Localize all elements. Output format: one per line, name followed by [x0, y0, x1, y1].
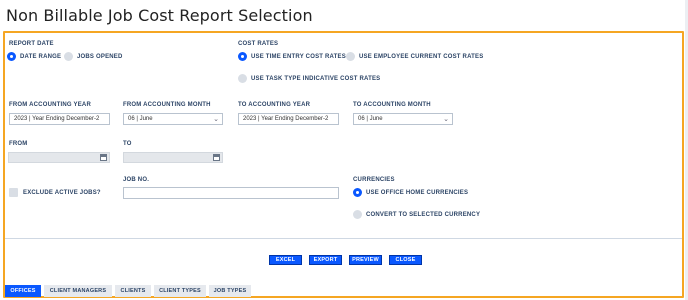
export-button[interactable]: EXPORT [309, 255, 342, 265]
page-title: Non Billable Job Cost Report Selection [6, 6, 313, 25]
from-accounting-year-value: 2023 | Year Ending December-2 [14, 116, 100, 122]
radio-office-home-currencies[interactable]: USE OFFICE HOME CURRENCIES [353, 188, 468, 197]
radio-employee-label: USE EMPLOYEE CURRENT COST RATES [359, 53, 484, 60]
chevron-down-icon: ⌄ [443, 116, 449, 123]
radio-unselected-icon [64, 52, 73, 61]
panel-divider [5, 238, 682, 239]
to-accounting-month-label: TO ACCOUNTING MONTH [353, 102, 431, 108]
from-accounting-month-value: 06 | June [128, 116, 153, 122]
tab-clients[interactable]: CLIENTS [115, 285, 151, 297]
radio-date-range-label: DATE RANGE [20, 53, 62, 60]
to-accounting-month-select[interactable]: 06 | June ⌄ [353, 113, 453, 125]
report-date-label: REPORT DATE [9, 41, 54, 47]
tab-client-managers[interactable]: CLIENT MANAGERS [44, 285, 112, 297]
preview-button[interactable]: PREVIEW [349, 255, 382, 265]
from-date-input[interactable] [8, 152, 110, 163]
radio-date-range[interactable]: DATE RANGE [7, 52, 61, 61]
from-accounting-year-label: FROM ACCOUNTING YEAR [9, 102, 91, 108]
radio-jobs-opened-label: JOBS OPENED [77, 53, 123, 60]
radio-employee-cost-rates[interactable]: USE EMPLOYEE CURRENT COST RATES [346, 52, 483, 61]
radio-task-type-cost-rates[interactable]: USE TASK TYPE INDICATIVE COST RATES [238, 74, 380, 83]
close-button[interactable]: CLOSE [389, 255, 422, 265]
to-accounting-month-value: 06 | June [358, 116, 383, 122]
chevron-down-icon: ⌄ [213, 116, 219, 123]
currencies-label: CURRENCIES [353, 177, 395, 183]
radio-unselected-icon [346, 52, 355, 61]
cost-rates-label: COST RATES [238, 41, 279, 47]
job-no-input[interactable] [123, 187, 339, 199]
exclude-active-jobs-label: EXCLUDE ACTIVE JOBS? [23, 189, 101, 196]
radio-time-entry-cost-rates[interactable]: USE TIME ENTRY COST RATES [238, 52, 346, 61]
tab-client-types[interactable]: CLIENT TYPES [154, 285, 206, 297]
from-accounting-month-label: FROM ACCOUNTING MONTH [123, 102, 211, 108]
checkbox-icon [9, 188, 18, 197]
calendar-icon[interactable] [213, 154, 220, 161]
to-accounting-year-label: TO ACCOUNTING YEAR [238, 102, 311, 108]
from-date-label: FROM [9, 141, 28, 147]
radio-selected-icon [238, 52, 247, 61]
job-no-label: JOB NO. [123, 177, 150, 183]
tab-job-types[interactable]: JOB TYPES [209, 285, 251, 297]
calendar-icon[interactable] [100, 154, 107, 161]
radio-unselected-icon [353, 210, 362, 219]
to-date-input[interactable] [123, 152, 223, 163]
radio-time-entry-label: USE TIME ENTRY COST RATES [251, 53, 346, 60]
radio-unselected-icon [238, 74, 247, 83]
radio-selected-icon [7, 52, 16, 61]
radio-office-home-label: USE OFFICE HOME CURRENCIES [366, 189, 469, 196]
radio-convert-label: CONVERT TO SELECTED CURRENCY [366, 211, 481, 218]
to-accounting-year-select[interactable]: 2023 | Year Ending December-2 [238, 113, 339, 125]
excel-button[interactable]: EXCEL [269, 255, 302, 265]
from-accounting-month-select[interactable]: 06 | June ⌄ [123, 113, 223, 125]
radio-selected-icon [353, 188, 362, 197]
selection-panel: REPORT DATE DATE RANGE JOBS OPENED COST … [3, 31, 684, 298]
tab-offices[interactable]: OFFICES [5, 285, 41, 297]
radio-jobs-opened[interactable]: JOBS OPENED [64, 52, 123, 61]
from-accounting-year-select[interactable]: 2023 | Year Ending December-2 [9, 113, 110, 125]
radio-convert-currency[interactable]: CONVERT TO SELECTED CURRENCY [353, 210, 480, 219]
exclude-active-jobs-checkbox[interactable]: EXCLUDE ACTIVE JOBS? [9, 188, 101, 197]
to-accounting-year-value: 2023 | Year Ending December-2 [243, 116, 329, 122]
to-date-label: TO [123, 141, 132, 147]
radio-task-type-label: USE TASK TYPE INDICATIVE COST RATES [251, 75, 381, 82]
